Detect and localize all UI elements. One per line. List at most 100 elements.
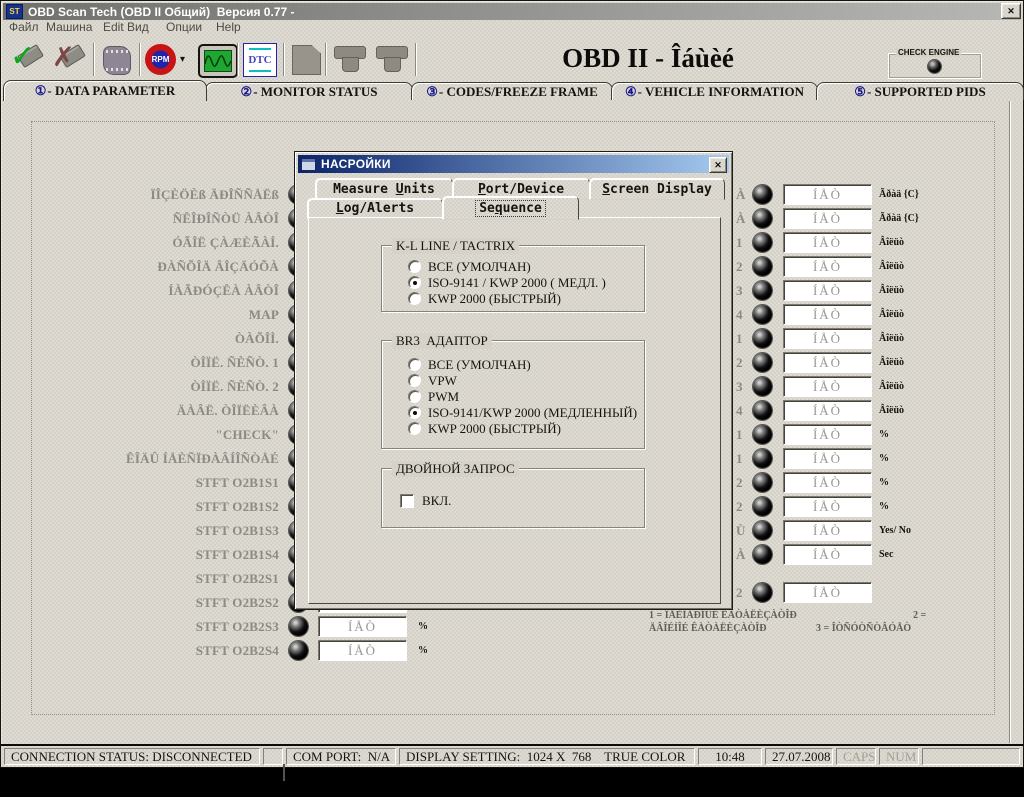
param-unit: Yes/ No — [879, 520, 911, 541]
param-led — [753, 305, 772, 324]
dialog-tab-page: K-L LINE / TACTRIX ВСЕ (УМОЛЧАН) ISO-914… — [308, 217, 721, 604]
tab-codes-freeze-frame[interactable]: ③ - CODES/FREEZE FRAME — [411, 82, 613, 100]
param-unit: % — [879, 496, 889, 517]
param-value: ÍÅÒ — [783, 544, 872, 565]
param-value: ÍÅÒ — [783, 352, 872, 373]
param-unit: Âîëüò — [879, 352, 904, 373]
param-unit: Sec — [879, 544, 893, 565]
checkbox-icon — [400, 494, 414, 508]
menu-edit[interactable]: Edit — [103, 20, 124, 39]
dialog-tab-sequence[interactable]: Sequence — [442, 196, 579, 220]
connect-button[interactable]: ✓ — [9, 41, 47, 78]
param-led — [753, 473, 772, 492]
param-label-fragment: 1 — [736, 232, 750, 253]
disconnect-button[interactable]: ✗ — [51, 41, 89, 78]
radio-br-all[interactable]: ВСЕ (УМОЛЧАН) — [408, 357, 531, 372]
param-row: STFT O2B2S4 ÍÅÒ % — [1, 640, 1011, 661]
param-label-fragment: À — [736, 544, 750, 565]
param-label-fragment: 3 — [736, 376, 750, 397]
date: 27.07.2008 — [765, 748, 833, 765]
radio-br-vpw[interactable]: VPW — [408, 373, 457, 388]
toolbar-separator — [139, 43, 141, 76]
tab-data-parameter[interactable]: ① - DATA PARAMETER — [3, 80, 207, 101]
rpm-label: RPM — [152, 55, 170, 64]
param-label-fragment: 2 — [736, 352, 750, 373]
radio-br-iso9141[interactable]: ISO-9141/KWP 2000 (МЕДЛЕННЫЙ) — [408, 405, 637, 420]
tab-vehicle-information[interactable]: ④ - VEHICLE INFORMATION — [611, 82, 818, 100]
radio-label: KWP 2000 (БЫСТРЫЙ) — [428, 421, 561, 437]
status-filler — [922, 748, 1020, 765]
radio-icon — [408, 292, 421, 305]
caps-indicator: CAPS — [836, 748, 876, 765]
obd-plug-b-button[interactable] — [373, 41, 413, 78]
radio-label: ВСЕ (УМОЛЧАН) — [428, 357, 531, 373]
param-led — [753, 353, 772, 372]
radio-br-pwm[interactable]: PWM — [408, 389, 459, 404]
check-engine-led — [928, 60, 941, 73]
group-title: BR3 АДАПТОР — [392, 333, 492, 349]
scope-screen — [204, 50, 232, 72]
param-value: ÍÅÒ — [783, 448, 872, 469]
radio-kl-iso9141[interactable]: ISO-9141 / KWP 2000 ( МЕДЛ. ) — [408, 275, 606, 290]
menu-view[interactable]: Вид — [127, 20, 149, 39]
menu-file[interactable]: Файл — [9, 20, 39, 39]
menu-options[interactable]: Опции — [166, 20, 202, 39]
menu-machine[interactable]: Машина — [46, 20, 92, 39]
log-film-button[interactable] — [97, 41, 135, 78]
footnote-2: 2 = — [913, 610, 926, 621]
obd-plug-icon — [334, 46, 366, 72]
obd-plug-a-button[interactable] — [331, 41, 371, 78]
param-value: ÍÅÒ — [783, 280, 872, 301]
dialog-tab-log-alerts[interactable]: Log/Alerts — [307, 198, 443, 219]
page-title: OBD II - Îáùèé — [468, 43, 828, 74]
radio-icon — [408, 422, 421, 435]
param-value: ÍÅÒ — [783, 472, 872, 493]
radio-icon — [408, 260, 421, 273]
title-bar: ST OBD Scan Tech (OBD II Общий) Версия 0… — [3, 3, 1021, 20]
tab-label: - SUPPORTED PIDS — [867, 84, 986, 100]
radio-icon-selected — [408, 406, 421, 419]
radio-kl-kwp2000[interactable]: KWP 2000 (БЫСТРЫЙ) — [408, 291, 561, 306]
radio-label: ISO-9141/KWP 2000 (МЕДЛЕННЫЙ) — [428, 405, 637, 421]
tab-number: ① — [35, 83, 47, 99]
checkbox-enable[interactable]: ВКЛ. — [400, 493, 451, 508]
dialog-tab-measure-units[interactable]: Measure Units — [315, 178, 453, 200]
footnote-1: 1 = ÎÄÈÍÀÐÍÛÉ ÊÀÒÀËÈÇÀÒÎÐ — [649, 610, 797, 621]
param-unit: Âîëüò — [879, 256, 904, 277]
param-led — [753, 257, 772, 276]
toolbar-separator — [237, 43, 239, 76]
radio-kl-all[interactable]: ВСЕ (УМОЛЧАН) — [408, 259, 531, 274]
param-value: ÍÅÒ — [783, 376, 872, 397]
oscilloscope-button[interactable] — [197, 41, 237, 78]
param-led — [753, 377, 772, 396]
param-value: ÍÅÒ — [783, 208, 872, 229]
menu-help[interactable]: Help — [216, 20, 241, 39]
dtc-button[interactable]: DTC — [241, 41, 279, 78]
window-close-button[interactable]: ✕ — [1001, 3, 1021, 19]
tab-supported-pids[interactable]: ⑤ - SUPPORTED PIDS — [816, 82, 1024, 100]
check-engine-label: CHECK ENGINE — [896, 48, 961, 57]
param-value: ÍÅÒ — [783, 184, 872, 205]
toolbar-separator — [325, 43, 327, 76]
param-value: ÍÅÒ — [318, 616, 407, 637]
dtc-label: DTC — [248, 54, 271, 66]
com-port-status: COM PORT: N/A — [286, 748, 396, 765]
param-led — [753, 583, 772, 602]
tab-monitor-status[interactable]: ② - MONITOR STATUS — [205, 82, 413, 100]
param-value: ÍÅÒ — [783, 424, 872, 445]
param-unit: Âîëüò — [879, 304, 904, 325]
memory-card-button[interactable] — [287, 41, 325, 78]
dialog-close-button[interactable]: ✕ — [709, 157, 727, 173]
dropdown-arrow-icon[interactable]: ▾ — [180, 54, 185, 65]
memory-card-icon — [292, 45, 321, 75]
param-unit: Âîëüò — [879, 280, 904, 301]
dialog-tab-screen-display[interactable]: Screen Display — [589, 178, 725, 200]
param-unit: % — [879, 424, 889, 445]
rpm-button[interactable]: RPM ▾ — [143, 41, 191, 78]
status-bar: CONNECTION STATUS: DISCONNECTED COM PORT… — [1, 744, 1023, 767]
radio-br-kwp2000[interactable]: KWP 2000 (БЫСТРЫЙ) — [408, 421, 561, 436]
param-value: ÍÅÒ — [783, 520, 872, 541]
radio-label: VPW — [428, 373, 457, 389]
param-label-fragment: 2 — [736, 472, 750, 493]
toolbar-separator — [93, 43, 95, 76]
